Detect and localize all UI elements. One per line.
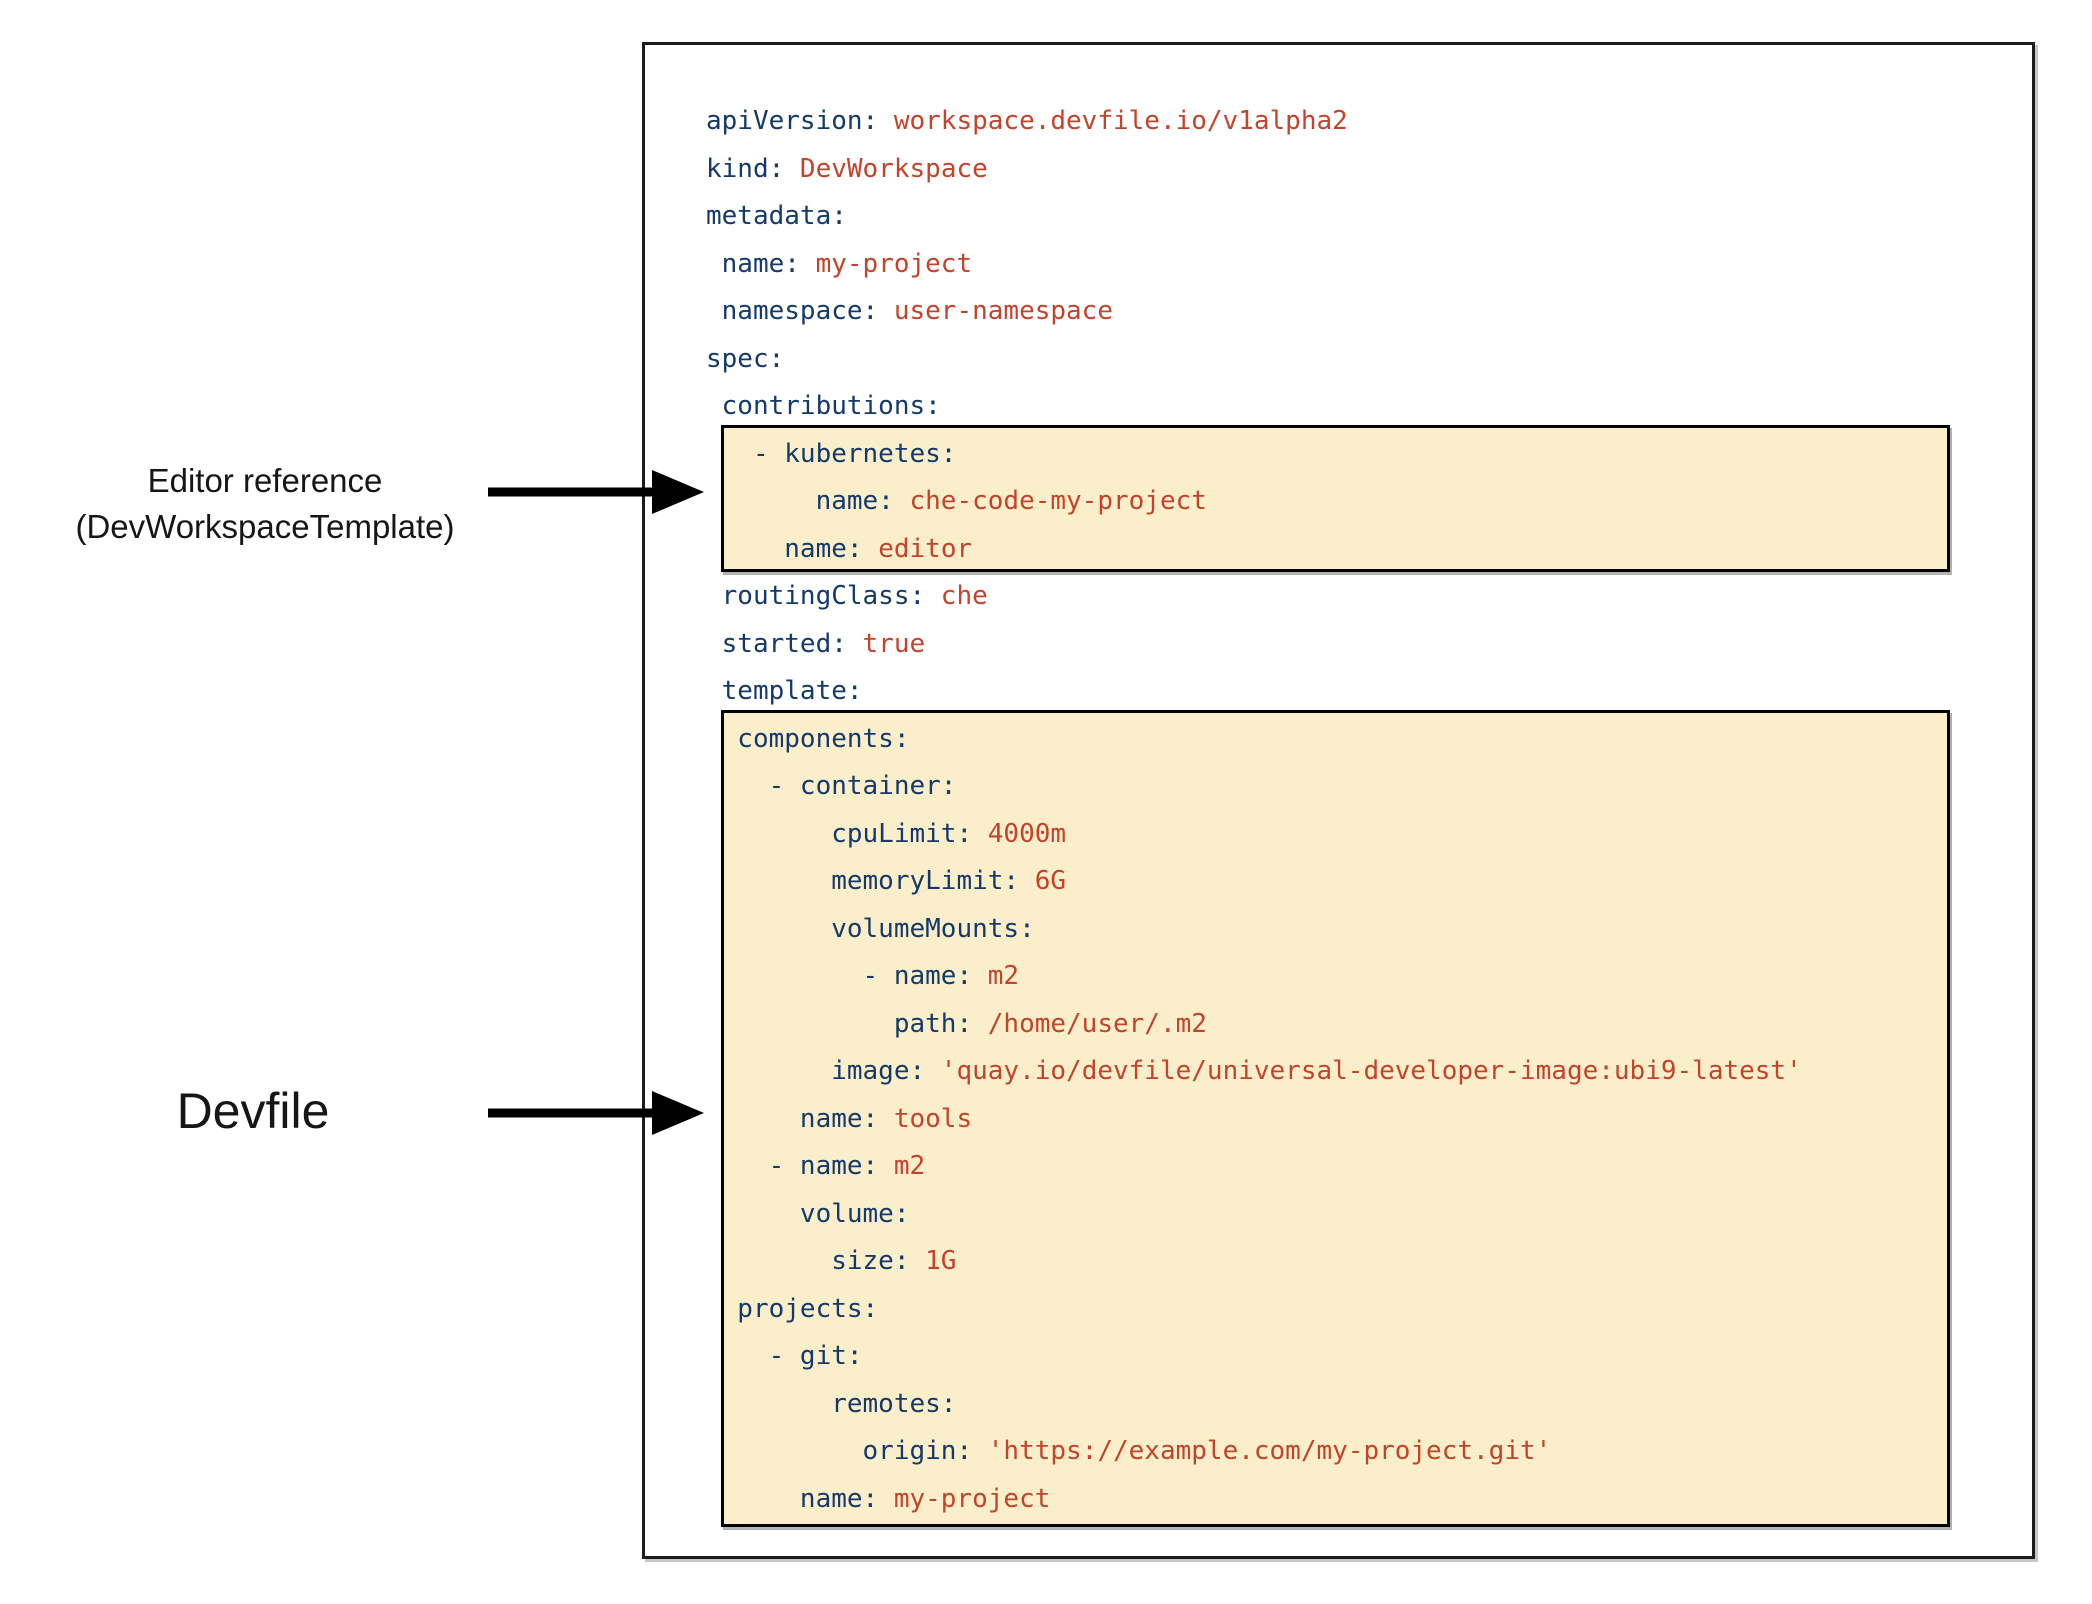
yaml-key: apiVersion:: [706, 106, 878, 136]
code-line: - kubernetes:: [706, 431, 1802, 479]
yaml-code: apiVersion: workspace.devfile.io/v1alpha…: [706, 98, 1802, 1523]
yaml-key: - git:: [706, 1341, 863, 1371]
yaml-key: path:: [706, 1009, 972, 1039]
yaml-value: true: [847, 629, 925, 659]
yaml-key: image:: [706, 1056, 925, 1086]
yaml-value: tools: [878, 1104, 972, 1134]
yaml-key: cpuLimit:: [706, 819, 972, 849]
devfile-label: Devfile: [103, 1082, 403, 1140]
yaml-key: projects:: [706, 1294, 878, 1324]
yaml-key: template:: [706, 676, 863, 706]
code-line: name: editor: [706, 526, 1802, 574]
code-line: namespace: user-namespace: [706, 288, 1802, 336]
yaml-value: my-project: [878, 1484, 1050, 1514]
yaml-document-box: apiVersion: workspace.devfile.io/v1alpha…: [642, 42, 2035, 1559]
yaml-key: kind:: [706, 154, 784, 184]
devfile-arrow-icon: [486, 1085, 706, 1141]
code-line: - name: m2: [706, 1143, 1802, 1191]
yaml-value: 'quay.io/devfile/universal-developer-ima…: [925, 1056, 1802, 1086]
yaml-key: routingClass:: [706, 581, 925, 611]
code-line: cpuLimit: 4000m: [706, 811, 1802, 859]
code-line: started: true: [706, 621, 1802, 669]
yaml-value: m2: [878, 1151, 925, 1181]
code-line: volume:: [706, 1191, 1802, 1239]
code-line: image: 'quay.io/devfile/universal-develo…: [706, 1048, 1802, 1096]
yaml-key: memoryLimit:: [706, 866, 1019, 896]
code-line: volumeMounts:: [706, 906, 1802, 954]
yaml-value: editor: [863, 534, 973, 564]
editor-reference-arrow-icon: [486, 464, 706, 520]
yaml-key: volume:: [706, 1199, 910, 1229]
code-line: metadata:: [706, 193, 1802, 241]
code-line: apiVersion: workspace.devfile.io/v1alpha…: [706, 98, 1802, 146]
yaml-key: components:: [706, 724, 910, 754]
code-line: contributions:: [706, 383, 1802, 431]
yaml-value: 1G: [910, 1246, 957, 1276]
code-line: - container:: [706, 763, 1802, 811]
yaml-key: name:: [706, 534, 863, 564]
yaml-value: /home/user/.m2: [972, 1009, 1207, 1039]
devfile-label-text: Devfile: [103, 1082, 403, 1140]
editor-reference-label-line2: (DevWorkspaceTemplate): [40, 504, 490, 550]
yaml-key: - name:: [706, 961, 972, 991]
code-line: name: my-project: [706, 241, 1802, 289]
code-line: remotes:: [706, 1381, 1802, 1429]
yaml-key: name:: [706, 1484, 878, 1514]
yaml-key: contributions:: [706, 391, 941, 421]
code-line: name: che-code-my-project: [706, 478, 1802, 526]
yaml-key: name:: [706, 249, 800, 279]
yaml-value: user-namespace: [878, 296, 1113, 326]
yaml-key: remotes:: [706, 1389, 956, 1419]
yaml-key: name:: [706, 486, 894, 516]
yaml-key: name:: [706, 1104, 878, 1134]
yaml-key: metadata:: [706, 201, 847, 231]
yaml-value: che: [925, 581, 988, 611]
code-line: origin: 'https://example.com/my-project.…: [706, 1428, 1802, 1476]
code-line: kind: DevWorkspace: [706, 146, 1802, 194]
code-line: spec:: [706, 336, 1802, 384]
yaml-key: - kubernetes:: [706, 439, 956, 469]
yaml-key: - container:: [706, 771, 956, 801]
yaml-key: started:: [706, 629, 847, 659]
yaml-value: m2: [972, 961, 1019, 991]
yaml-value: DevWorkspace: [784, 154, 988, 184]
yaml-key: namespace:: [706, 296, 878, 326]
devworkspace-yaml-diagram: apiVersion: workspace.devfile.io/v1alpha…: [0, 0, 2092, 1604]
yaml-key: volumeMounts:: [706, 914, 1035, 944]
code-line: name: my-project: [706, 1476, 1802, 1524]
yaml-value: 6G: [1019, 866, 1066, 896]
editor-reference-label-line1: Editor reference: [40, 458, 490, 504]
yaml-value: che-code-my-project: [894, 486, 1207, 516]
yaml-value: my-project: [800, 249, 972, 279]
yaml-value: workspace.devfile.io/v1alpha2: [878, 106, 1348, 136]
code-line: - git:: [706, 1333, 1802, 1381]
code-line: components:: [706, 716, 1802, 764]
yaml-value: 'https://example.com/my-project.git': [972, 1436, 1551, 1466]
code-line: routingClass: che: [706, 573, 1802, 621]
code-line: memoryLimit: 6G: [706, 858, 1802, 906]
editor-reference-label: Editor reference (DevWorkspaceTemplate): [40, 458, 490, 550]
code-line: name: tools: [706, 1096, 1802, 1144]
yaml-key: spec:: [706, 344, 784, 374]
code-line: - name: m2: [706, 953, 1802, 1001]
yaml-key: size:: [706, 1246, 910, 1276]
yaml-key: origin:: [706, 1436, 972, 1466]
yaml-key: - name:: [706, 1151, 878, 1181]
code-line: projects:: [706, 1286, 1802, 1334]
code-line: size: 1G: [706, 1238, 1802, 1286]
code-line: path: /home/user/.m2: [706, 1001, 1802, 1049]
code-line: template:: [706, 668, 1802, 716]
yaml-value: 4000m: [972, 819, 1066, 849]
